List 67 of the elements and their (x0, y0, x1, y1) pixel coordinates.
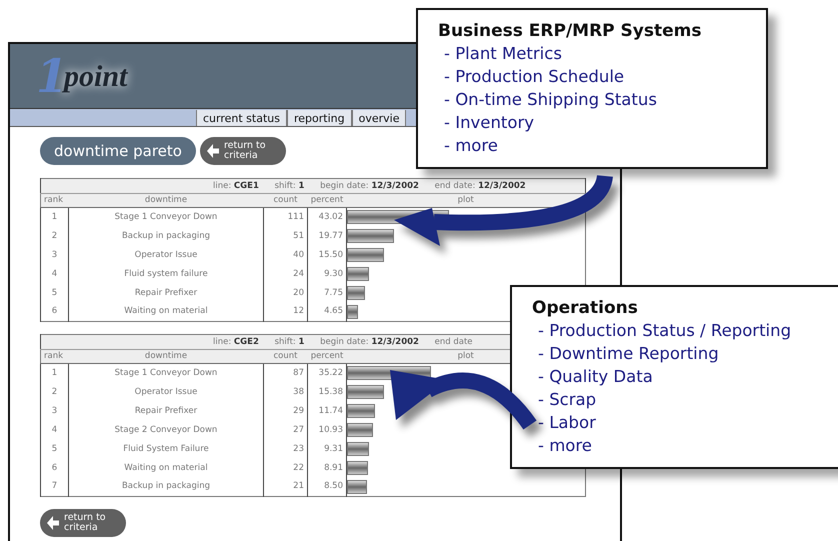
table-cell: Operator Issue (68, 246, 264, 264)
callout-item: - Quality Data (537, 366, 654, 388)
column-header: rank (40, 194, 68, 208)
table-cell: 38 (264, 382, 308, 402)
callout-item: - On-time Shipping Status (443, 89, 658, 111)
table-cell: 23 (264, 440, 308, 458)
table-cell: 3 (40, 246, 68, 264)
table-cell: 40 (264, 246, 308, 264)
table-cell: 6 (40, 302, 68, 322)
table-info: line: CGE1 shift: 1 begin date: 12/3/2002 end date: 12/3/2002 (40, 178, 586, 194)
downtime-pareto-button[interactable]: downtime pareto (40, 137, 196, 165)
table-cell: 5 (40, 440, 68, 458)
table-cell: 3 (40, 402, 68, 420)
column-header: percent (308, 194, 346, 208)
left-arrow-icon (206, 143, 220, 159)
nav-tab[interactable]: overvie (352, 110, 406, 126)
table-cell: Operator Issue (68, 382, 264, 402)
table-cell: 2 (40, 382, 68, 402)
table-cell: 22 (264, 458, 308, 478)
column-header: downtime (68, 350, 264, 364)
table-cell: Stage 2 Conveyor Down (68, 420, 264, 440)
nav-tab[interactable]: current status (196, 110, 287, 126)
table-cell: 2 (40, 226, 68, 246)
table-cell: Fluid System Failure (68, 440, 264, 458)
table-cell: Stage 1 Conveyor Down (68, 364, 264, 382)
table-cell: 1 (40, 208, 68, 226)
column-header: downtime (68, 194, 264, 208)
left-arrow-icon (46, 515, 60, 531)
table-cell: 51 (264, 226, 308, 246)
table-cell: Repair Prefixer (68, 284, 264, 302)
column-header: rank (40, 350, 68, 364)
table-cell: Waiting on material (68, 458, 264, 478)
callout-item: - more (537, 435, 593, 457)
table-cell: 20 (264, 284, 308, 302)
table-cell: Backup in packaging (68, 226, 264, 246)
table-cell: 4 (40, 420, 68, 440)
nav-tab[interactable]: reporting (286, 110, 352, 126)
table-cell: 21 (264, 478, 308, 496)
column-header: count (264, 194, 308, 208)
table-cell: 87 (264, 364, 308, 382)
callout-item: - Inventory (443, 112, 536, 134)
return-button[interactable]: return to criteria (200, 137, 286, 165)
table-cell: 24 (264, 264, 308, 284)
table-cell: 7 (40, 478, 68, 496)
callout-item: - more (443, 135, 499, 157)
callout-title: Business ERP/MRP Systems (438, 20, 702, 42)
table-cell: Stage 1 Conveyor Down (68, 208, 264, 226)
callout-title: Operations (532, 297, 639, 319)
column-header: percent (308, 350, 346, 364)
table-cell: Waiting on material (68, 302, 264, 322)
table-cell: 27 (264, 420, 308, 440)
callout-item: - Labor (537, 412, 597, 434)
callout-item: - Plant Metrics (443, 43, 563, 65)
table-cell: 111 (264, 208, 308, 226)
callout-item: - Production Schedule (443, 66, 626, 88)
table-cell: Fluid system failure (68, 264, 264, 284)
table-cell: 4 (40, 264, 68, 284)
table-cell: Backup in packaging (68, 478, 264, 496)
table-cell: 12 (264, 302, 308, 322)
callout-item: - Scrap (537, 389, 598, 411)
table-cell: Repair Prefixer (68, 402, 264, 420)
table-cell: 29 (264, 402, 308, 420)
return-button[interactable]: return to criteria (40, 509, 126, 537)
table-cell: 1 (40, 364, 68, 382)
table-cell: 5 (40, 284, 68, 302)
column-header: count (264, 350, 308, 364)
table-cell: 6 (40, 458, 68, 478)
